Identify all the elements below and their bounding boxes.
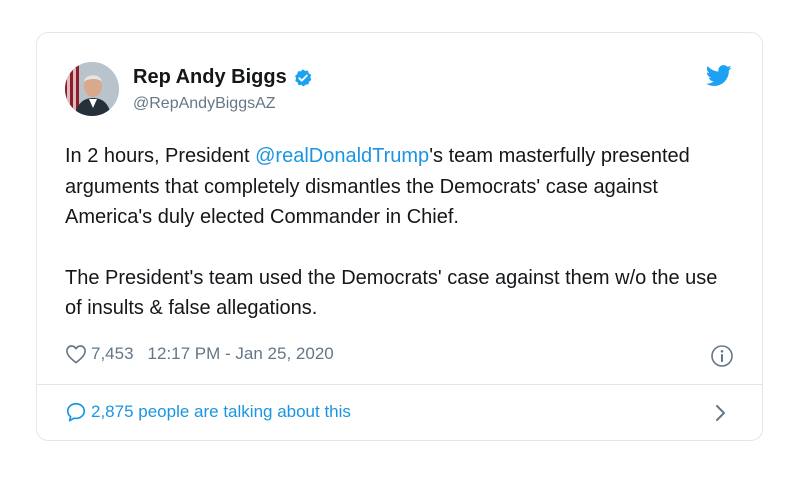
author-handle[interactable]: @RepAndyBiggsAZ [133, 95, 276, 113]
avatar[interactable] [65, 62, 119, 116]
speech-bubble-icon [66, 402, 86, 422]
chevron-right-icon[interactable] [714, 403, 728, 423]
author-name[interactable]: Rep Andy Biggs [133, 66, 287, 89]
tweet-text: In 2 hours, President @realDonaldTrump's… [65, 141, 725, 324]
tweet-meta: 7,453 12:17 PM - Jan 25, 2020 [65, 344, 334, 364]
mention-link[interactable]: @realDonaldTrump [255, 145, 429, 167]
heart-icon[interactable] [65, 344, 87, 364]
conversation-text: 2,875 people are talking about this [91, 402, 351, 421]
author-row: Rep Andy Biggs [133, 66, 313, 89]
divider [37, 384, 762, 385]
info-icon[interactable] [710, 344, 734, 368]
verified-badge-icon [294, 68, 312, 86]
tweet-text-part: In 2 hours, President [65, 145, 256, 167]
timestamp[interactable]: 12:17 PM - Jan 25, 2020 [148, 344, 334, 364]
tweet-card: Rep Andy Biggs @RepAndyBiggsAZ In 2 hour… [36, 32, 763, 441]
twitter-bird-icon[interactable] [706, 65, 732, 87]
tweet-paragraph-1: In 2 hours, President @realDonaldTrump's… [65, 141, 725, 233]
tweet-paragraph-2: The President's team used the Democrats'… [65, 266, 718, 320]
conversation-link[interactable]: 2,875 people are talking about this [65, 401, 351, 423]
like-count[interactable]: 7,453 [91, 344, 134, 364]
